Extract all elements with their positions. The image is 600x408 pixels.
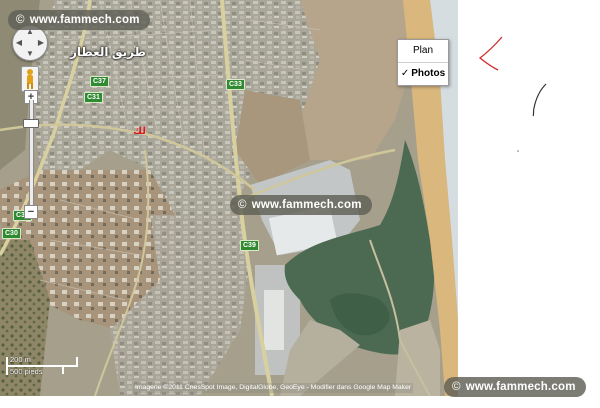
check-icon: ✓ — [400, 68, 410, 79]
watermark-top-left-text: www.fammech.com — [29, 14, 140, 26]
zoom-slider-track[interactable] — [29, 100, 34, 208]
map-type-selector: Plan ✓ Photos — [397, 39, 449, 86]
watermark-bottom-right: © www.fammech.com — [444, 377, 586, 397]
place-name-label: طريق العطار — [70, 45, 146, 59]
road-badge-c31-north: C31 — [84, 92, 103, 103]
satellite-imagery — [0, 0, 458, 396]
map-attribution: Imagerie ©2011 CnesSpot Image, DigitalGl… — [133, 383, 414, 393]
road-badge-c33: C33 — [226, 79, 245, 90]
map-type-photos-option[interactable]: ✓ Photos — [398, 62, 448, 85]
watermark-top-left: © www.fammech.com — [8, 10, 150, 30]
pan-down-button[interactable]: ▼ — [25, 49, 35, 59]
copyright-icon: © — [16, 14, 25, 26]
copyright-icon: © — [238, 199, 247, 211]
imagery-credit: Imagerie ©2011 CnesSpot Image, DigitalGl… — [135, 384, 309, 391]
road-badge-c39: C39 — [240, 240, 259, 251]
scale-tick-right-top — [76, 357, 78, 366]
scribble-marks — [478, 36, 547, 152]
zoom-out-button[interactable]: − — [24, 205, 38, 219]
satellite-map[interactable]: طريق العطار لك C37 C33 C31 C31 C30 C39 ▲… — [0, 0, 458, 396]
scale-bar: 200 m 500 pieds — [4, 355, 84, 379]
scale-metric-label: 200 m — [10, 355, 31, 364]
scale-tick-left — [6, 357, 8, 375]
map-type-photos-label: Photos — [411, 68, 446, 79]
copyright-icon: © — [452, 381, 461, 393]
map-maker-link[interactable]: Modifier dans Google Map Maker — [311, 384, 412, 391]
zoom-slider-handle[interactable] — [23, 119, 39, 128]
scale-imperial-label: 500 pieds — [10, 367, 43, 376]
poi-label: لك — [133, 126, 147, 137]
watermark-center-text: www.fammech.com — [251, 199, 362, 211]
watermark-bottom-right-text: www.fammech.com — [465, 381, 576, 393]
map-type-plan-option[interactable]: Plan — [398, 40, 448, 62]
pan-right-button[interactable]: ▶ — [36, 38, 46, 48]
watermark-center: © www.fammech.com — [230, 195, 372, 215]
map-type-plan-label: Plan — [412, 45, 433, 56]
scale-tick-right-bottom — [62, 365, 64, 374]
pan-control[interactable]: ▲ ◀ ▶ ▼ — [12, 25, 48, 61]
street-view-pegman-icon[interactable] — [21, 66, 39, 92]
road-badge-c30: C30 — [2, 228, 21, 239]
pan-left-button[interactable]: ◀ — [14, 38, 24, 48]
road-badge-c37: C37 — [90, 76, 109, 87]
